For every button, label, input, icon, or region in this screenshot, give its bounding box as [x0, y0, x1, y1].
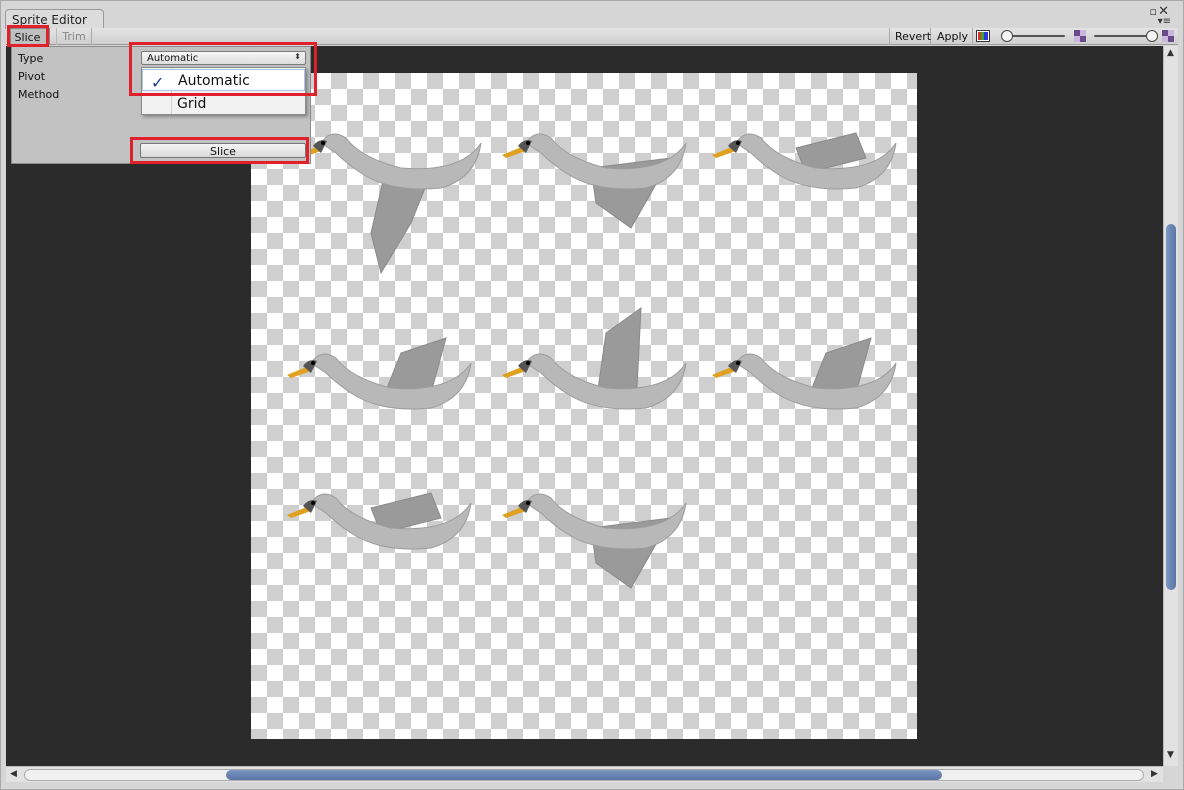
type-label: Type — [18, 52, 44, 65]
scroll-right-arrow-icon[interactable]: ▶ — [1151, 769, 1158, 779]
color-channel-icon[interactable] — [976, 30, 990, 42]
horizontal-scrollbar[interactable]: ◀ ▶ — [6, 766, 1163, 782]
mip-level-slider[interactable] — [1001, 30, 1071, 42]
menu-item-grid[interactable]: Grid — [142, 93, 305, 115]
sprite-editor-window: Sprite Editor ▫ ✕ ▾≡ Slice Trim Revert A… — [0, 0, 1184, 790]
sprite-sheet[interactable] — [251, 73, 917, 739]
highlight-slice-button — [130, 137, 309, 164]
swan-sprite[interactable] — [712, 132, 897, 190]
scroll-down-arrow-icon[interactable]: ▼ — [1167, 750, 1174, 760]
swan-sprite[interactable] — [287, 492, 472, 550]
mipmap-icon[interactable] — [1074, 30, 1086, 42]
slider-knob[interactable] — [1001, 30, 1013, 42]
alpha-icon[interactable] — [1162, 30, 1174, 42]
revert-button[interactable]: Revert — [889, 28, 931, 45]
vertical-scroll-thumb[interactable] — [1166, 224, 1176, 590]
method-label: Method — [18, 88, 60, 101]
swan-sprite[interactable] — [502, 306, 687, 410]
pivot-label: Pivot — [18, 70, 46, 83]
swan-sprite[interactable] — [502, 493, 687, 589]
swan-sprite[interactable] — [297, 133, 482, 275]
horizontal-scroll-thumb[interactable] — [226, 770, 942, 780]
swan-sprites — [287, 132, 897, 589]
trim-button[interactable]: Trim — [56, 28, 92, 45]
window-menu-icon[interactable]: ▾≡ — [1158, 16, 1171, 27]
slider-knob[interactable] — [1146, 30, 1158, 42]
menu-item-label: Grid — [177, 96, 207, 112]
scroll-left-arrow-icon[interactable]: ◀ — [10, 769, 17, 779]
scroll-up-arrow-icon[interactable]: ▲ — [1167, 48, 1174, 58]
vertical-scrollbar[interactable]: ▲ ▼ — [1163, 46, 1178, 766]
maximize-icon[interactable]: ▫ — [1150, 5, 1157, 18]
zoom-slider[interactable] — [1088, 30, 1158, 42]
highlight-slice-tab — [7, 25, 49, 47]
swan-sprite[interactable] — [287, 337, 472, 410]
swan-sprite[interactable] — [502, 133, 687, 229]
apply-button[interactable]: Apply — [932, 28, 973, 45]
highlight-type-dropdown — [129, 42, 317, 96]
swan-sprite[interactable] — [712, 337, 897, 410]
